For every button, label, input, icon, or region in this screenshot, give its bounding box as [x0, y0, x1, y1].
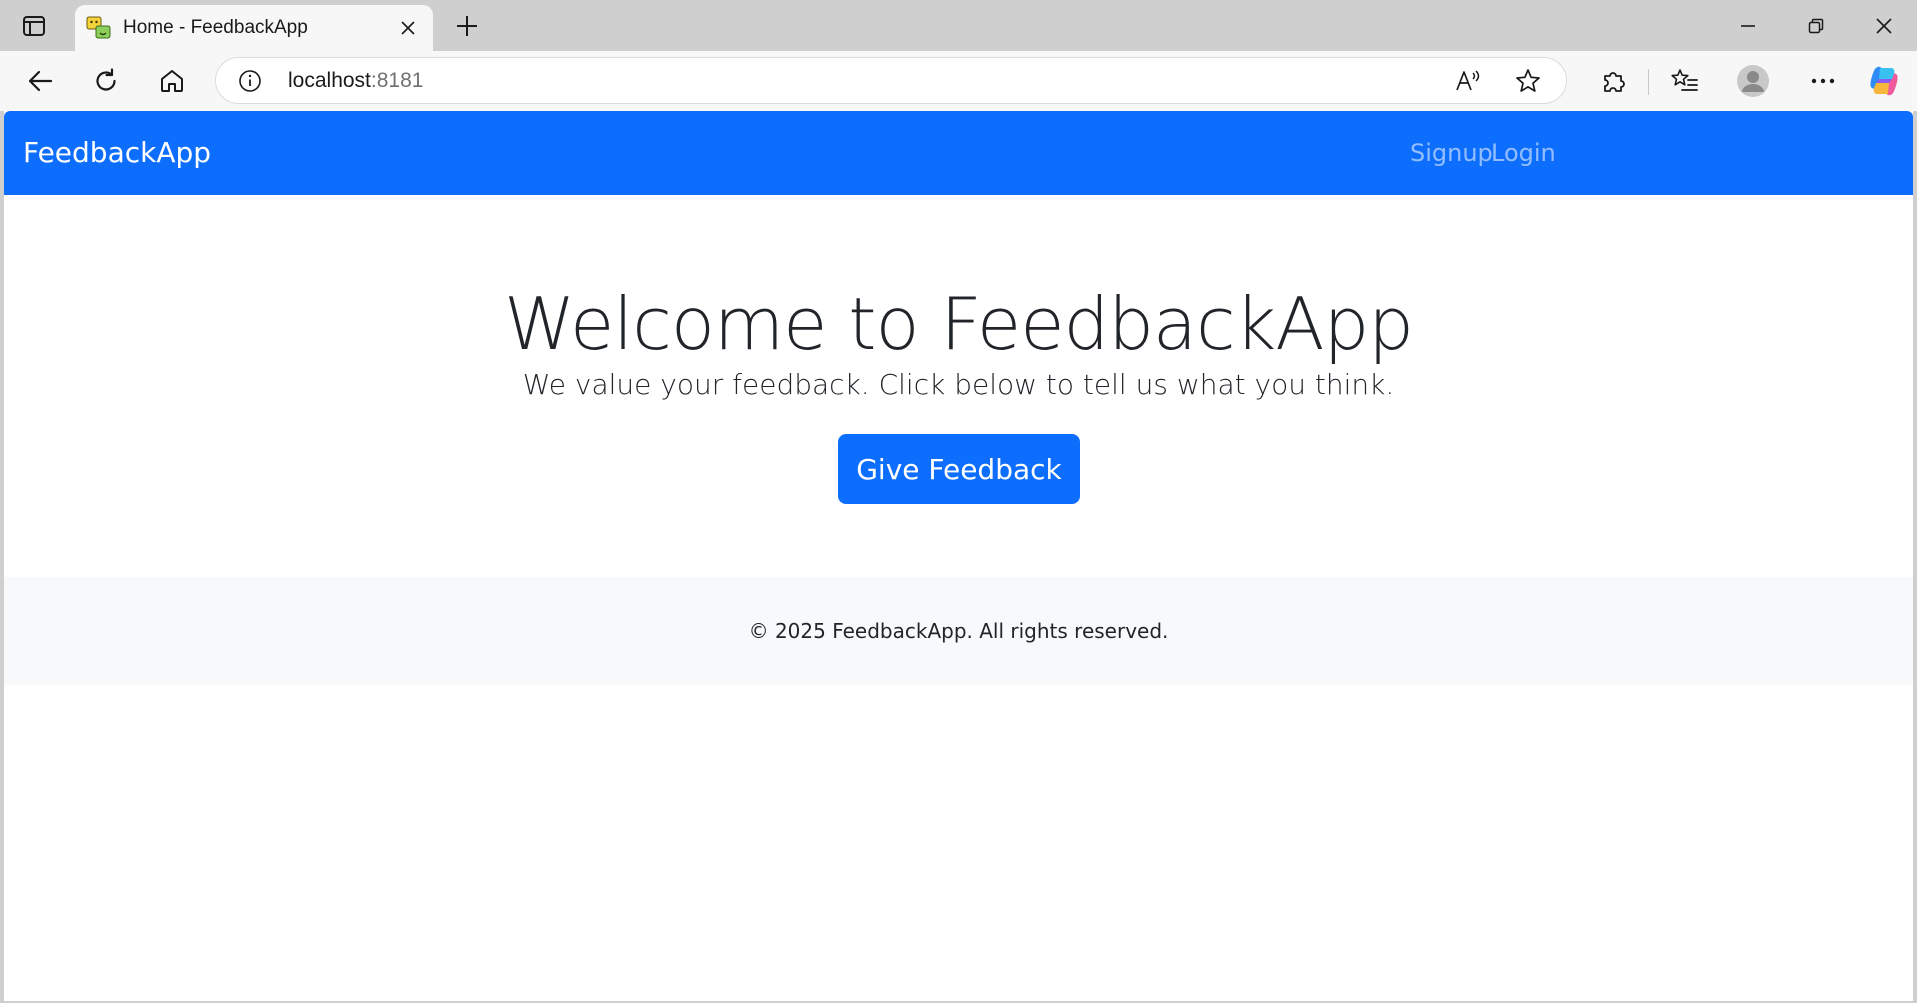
url-text[interactable]: localhost:8181 — [288, 58, 423, 103]
footer-copyright: © 2025 FeedbackApp. All rights reserved. — [748, 619, 1169, 643]
add-favorite-button[interactable] — [1513, 66, 1543, 96]
star-icon — [1516, 69, 1540, 92]
url-host: localhost — [288, 69, 371, 92]
tab-title: Home - FeedbackApp — [123, 17, 308, 38]
address-bar[interactable]: localhost:8181 — [215, 57, 1567, 104]
restore-icon — [1808, 18, 1824, 33]
avatar-icon — [1737, 65, 1769, 97]
window-border — [1913, 111, 1917, 1003]
hero-subtitle: We value your feedback. Click below to t… — [522, 368, 1395, 401]
site-info-button[interactable] — [236, 67, 264, 95]
back-button[interactable] — [20, 61, 60, 101]
page-viewport: FeedbackApp Signup Login Welcome to Feed… — [4, 111, 1913, 1001]
nav-link-login[interactable]: Login — [1491, 111, 1556, 195]
minimize-button[interactable] — [1714, 0, 1782, 51]
feedback-chat-icon — [86, 16, 111, 39]
tab-strip: Home - FeedbackApp — [0, 0, 1917, 51]
puzzle-icon — [1604, 72, 1625, 92]
home-button[interactable] — [152, 61, 192, 101]
tab-close-button[interactable] — [395, 15, 421, 41]
browser-window: Home - FeedbackApp localhost:8181 Feedba… — [0, 0, 1917, 1003]
extensions-button[interactable] — [1593, 61, 1633, 101]
close-window-button[interactable] — [1850, 0, 1917, 51]
minimize-icon — [1741, 24, 1755, 27]
refresh-button[interactable] — [86, 61, 126, 101]
toolbar-separator — [1648, 69, 1649, 95]
browser-toolbar: localhost:8181 — [0, 51, 1917, 111]
new-tab-button[interactable] — [450, 9, 484, 43]
close-icon — [401, 21, 415, 35]
read-aloud-button[interactable] — [1454, 66, 1484, 96]
info-icon — [239, 70, 261, 92]
read-aloud-icon — [1456, 70, 1480, 91]
home-icon — [161, 70, 183, 92]
active-tab[interactable]: Home - FeedbackApp — [75, 5, 433, 51]
tab-actions-icon — [23, 16, 45, 36]
favorites-list-icon — [1671, 69, 1698, 91]
close-icon — [1876, 17, 1892, 34]
nav-link-signup[interactable]: Signup — [1410, 111, 1493, 195]
more-icon — [1811, 78, 1835, 84]
refresh-icon — [96, 68, 116, 91]
profile-button[interactable] — [1733, 61, 1773, 101]
navbar-brand[interactable]: FeedbackApp — [23, 111, 211, 195]
settings-more-button[interactable] — [1803, 61, 1843, 101]
tab-actions-button[interactable] — [14, 12, 54, 40]
hero-title: Welcome to FeedbackApp — [504, 282, 1414, 366]
plus-icon — [457, 16, 477, 36]
navbar: FeedbackApp Signup Login — [4, 111, 1913, 195]
hero-section: Welcome to FeedbackApp We value your fee… — [4, 195, 1913, 580]
restore-button[interactable] — [1782, 0, 1850, 51]
back-arrow-icon — [28, 70, 53, 92]
favorites-button[interactable] — [1665, 61, 1705, 101]
footer: © 2025 FeedbackApp. All rights reserved. — [4, 577, 1913, 685]
url-port: :8181 — [370, 69, 424, 92]
copilot-button[interactable] — [1864, 61, 1904, 101]
copilot-icon — [1870, 66, 1898, 96]
give-feedback-button[interactable]: Give Feedback — [838, 434, 1080, 504]
